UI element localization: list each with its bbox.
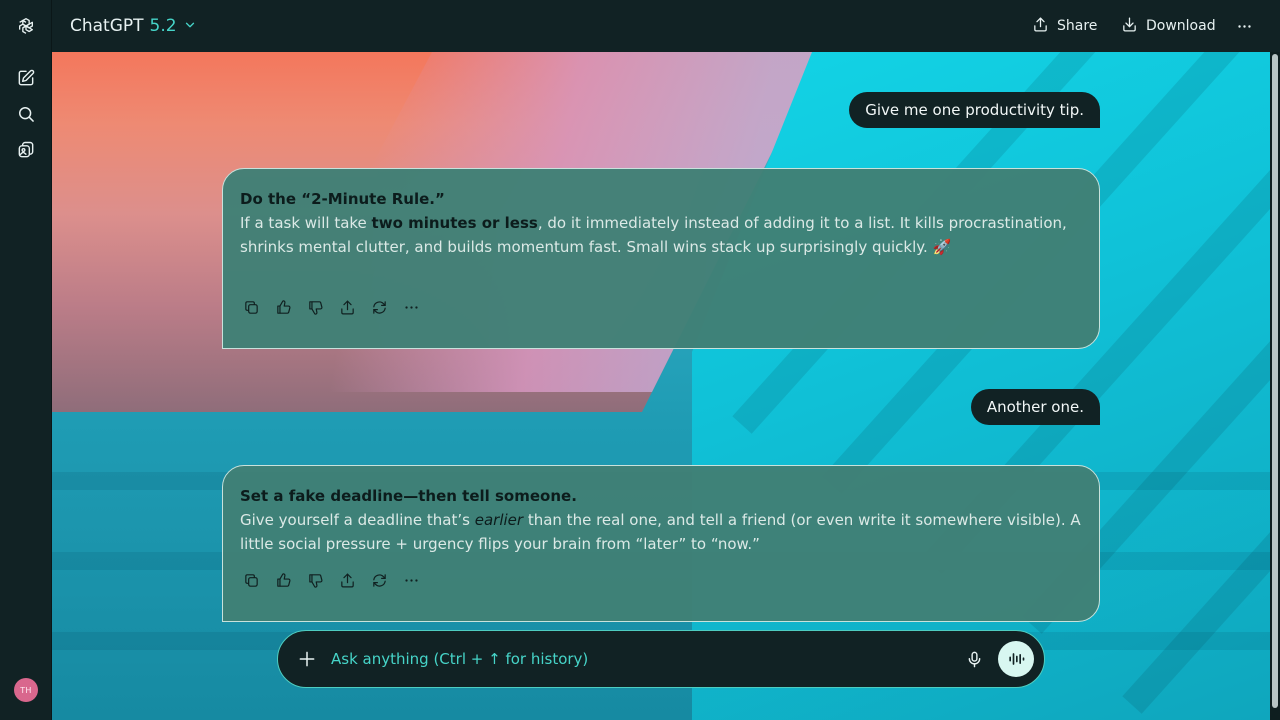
composer — [277, 630, 1045, 688]
download-icon — [1121, 16, 1138, 37]
assistant-message: Set a fake deadline—then tell someone. G… — [222, 465, 1100, 622]
chevron-down-icon — [183, 15, 197, 37]
logo-icon[interactable] — [14, 14, 38, 38]
message-actions — [240, 296, 422, 318]
message-heading: Set a fake deadline—then tell someone. — [240, 487, 577, 505]
thumbs-down-icon[interactable] — [304, 296, 326, 318]
library-icon[interactable] — [14, 138, 38, 162]
share-label: Share — [1057, 18, 1098, 34]
model-version: 5.2 — [149, 16, 177, 36]
message-body: If a task will take two minutes or less,… — [240, 214, 1067, 256]
search-icon[interactable] — [14, 102, 38, 126]
regenerate-icon[interactable] — [368, 296, 390, 318]
voice-mode-button[interactable] — [998, 641, 1034, 677]
share-icon — [1032, 16, 1049, 37]
microphone-icon[interactable] — [963, 648, 985, 670]
emphasis-text: earlier — [474, 511, 524, 529]
share-icon[interactable] — [336, 569, 358, 591]
message-heading: Do the “2-Minute Rule.” — [240, 190, 445, 208]
copy-icon[interactable] — [240, 569, 262, 591]
share-icon[interactable] — [336, 296, 358, 318]
regenerate-icon[interactable] — [368, 569, 390, 591]
download-button[interactable]: Download — [1121, 14, 1216, 38]
emphasis-text: two minutes or less — [371, 214, 538, 232]
assistant-message: Do the “2-Minute Rule.” If a task will t… — [222, 168, 1100, 349]
message-actions — [240, 569, 422, 591]
plus-icon[interactable] — [296, 648, 318, 670]
message-input[interactable] — [331, 647, 931, 671]
thumbs-up-icon[interactable] — [272, 569, 294, 591]
user-message: Give me one productivity tip. — [849, 92, 1100, 128]
user-message: Another one. — [970, 389, 1100, 425]
thumbs-down-icon[interactable] — [304, 569, 326, 591]
message-body: Give yourself a deadline that’s earlier … — [240, 511, 1081, 553]
more-icon[interactable] — [400, 569, 422, 591]
model-selector[interactable]: ChatGPT 5.2 — [70, 14, 197, 38]
scrollbar-thumb[interactable] — [1272, 54, 1278, 708]
more-icon[interactable] — [400, 296, 422, 318]
waveform-icon — [1009, 653, 1025, 665]
top-bar: ChatGPT 5.2 Share Download — [52, 0, 1280, 52]
left-rail: TH — [0, 0, 52, 720]
scrollbar[interactable] — [1270, 52, 1280, 720]
thumbs-up-icon[interactable] — [272, 296, 294, 318]
avatar[interactable]: TH — [14, 678, 38, 702]
copy-icon[interactable] — [240, 296, 262, 318]
more-options-icon[interactable] — [1234, 14, 1254, 38]
download-label: Download — [1146, 18, 1216, 34]
app-name: ChatGPT — [70, 16, 144, 36]
share-button[interactable]: Share — [1032, 14, 1097, 38]
new-chat-icon[interactable] — [14, 66, 38, 90]
